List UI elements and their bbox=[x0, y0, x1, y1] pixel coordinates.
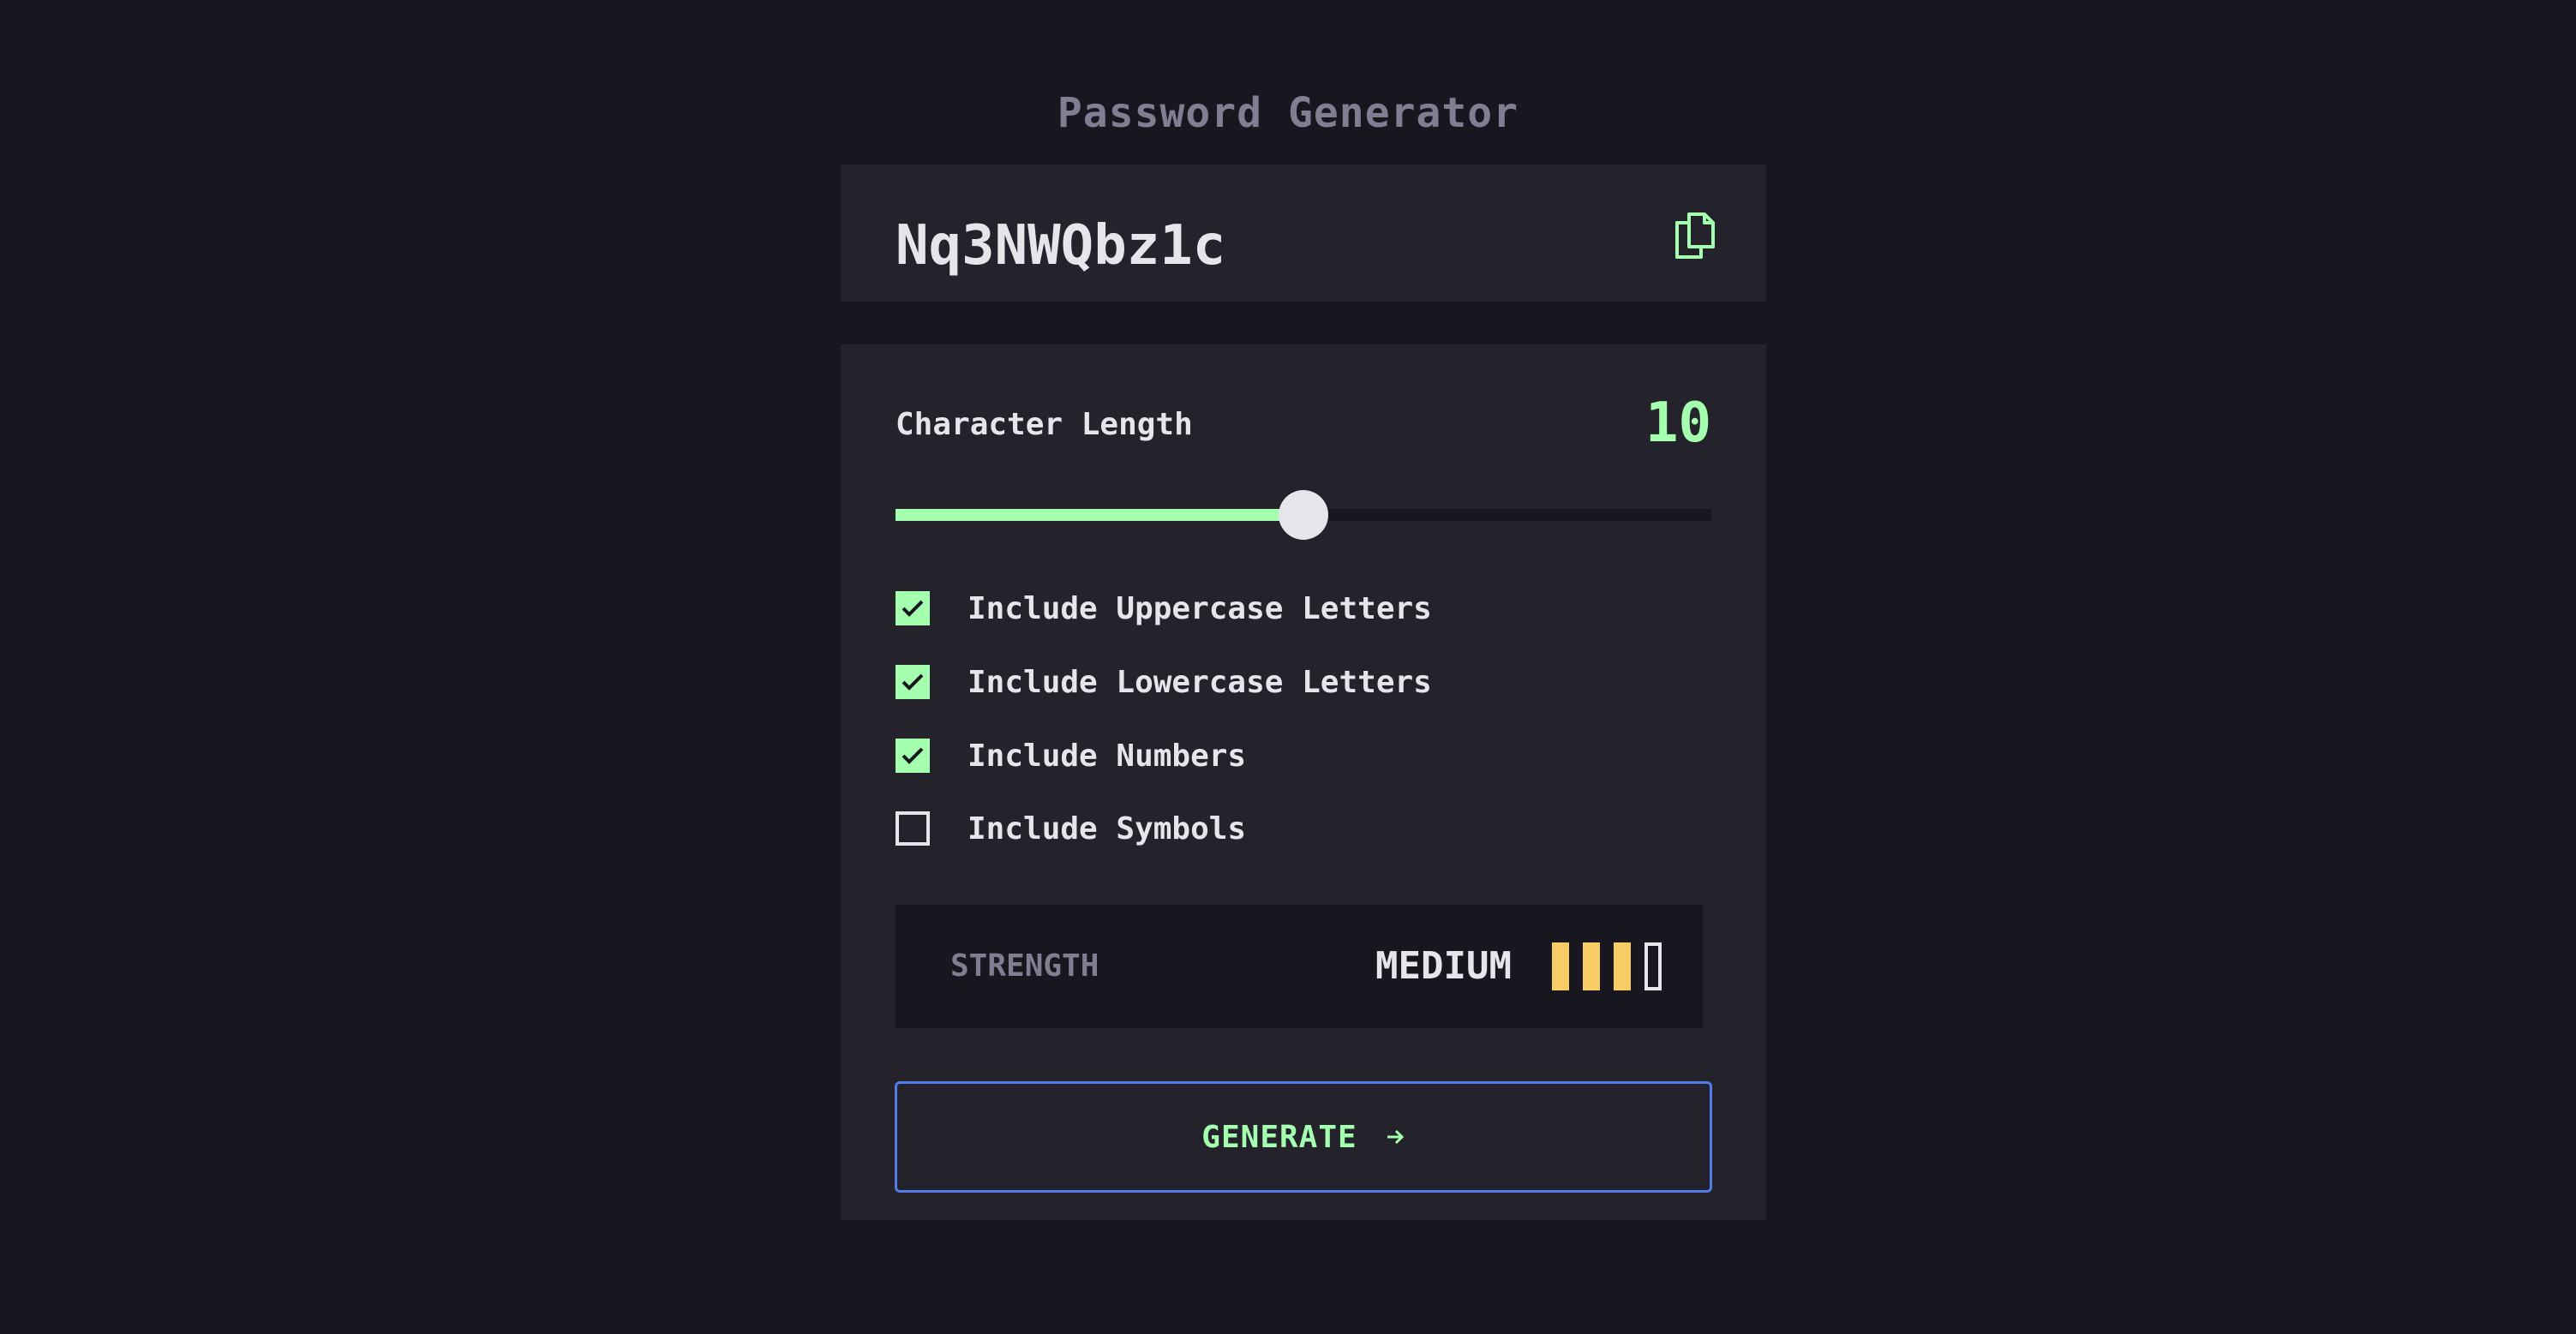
strength-label: STRENGTH bbox=[950, 948, 1099, 984]
strength-bar bbox=[1644, 942, 1662, 990]
options-panel: Character Length 10 Include Uppercase Le… bbox=[841, 344, 1766, 1220]
option-symbols[interactable]: Include Symbols bbox=[896, 803, 1246, 854]
lowercase-checkbox[interactable] bbox=[896, 665, 930, 699]
character-length-label: Character Length bbox=[896, 407, 1193, 442]
length-slider[interactable] bbox=[896, 490, 1711, 540]
arrow-right-icon bbox=[1387, 1129, 1404, 1145]
generate-label: GENERATE bbox=[1201, 1119, 1357, 1155]
slider-thumb[interactable] bbox=[1279, 490, 1328, 540]
strength-bars bbox=[1552, 942, 1662, 990]
symbols-checkbox[interactable] bbox=[896, 811, 930, 846]
password-text: Nq3NWQbz1c bbox=[896, 214, 1226, 278]
copy-icon bbox=[1675, 212, 1715, 259]
strength-bar bbox=[1614, 942, 1631, 990]
option-lowercase[interactable]: Include Lowercase Letters bbox=[896, 656, 1432, 708]
check-icon bbox=[902, 600, 924, 617]
strength-level: MEDIUM bbox=[1375, 944, 1512, 988]
numbers-label: Include Numbers bbox=[967, 738, 1247, 774]
check-icon bbox=[902, 747, 924, 764]
copy-button[interactable] bbox=[1670, 209, 1718, 260]
strength-bar bbox=[1552, 942, 1569, 990]
generate-button[interactable]: GENERATE bbox=[895, 1081, 1712, 1193]
option-uppercase[interactable]: Include Uppercase Letters bbox=[896, 583, 1432, 634]
strength-meter: STRENGTH MEDIUM bbox=[896, 905, 1703, 1028]
lowercase-label: Include Lowercase Letters bbox=[967, 664, 1432, 700]
password-display: Nq3NWQbz1c bbox=[841, 165, 1766, 302]
uppercase-label: Include Uppercase Letters bbox=[967, 590, 1432, 626]
character-length-value: 10 bbox=[1644, 392, 1711, 455]
page-title: Password Generator bbox=[1057, 89, 1519, 138]
uppercase-checkbox[interactable] bbox=[896, 591, 930, 625]
slider-fill bbox=[896, 509, 1303, 521]
symbols-label: Include Symbols bbox=[967, 811, 1247, 846]
numbers-checkbox[interactable] bbox=[896, 739, 930, 773]
check-icon bbox=[902, 673, 924, 691]
strength-bar bbox=[1583, 942, 1600, 990]
option-numbers[interactable]: Include Numbers bbox=[896, 730, 1246, 781]
